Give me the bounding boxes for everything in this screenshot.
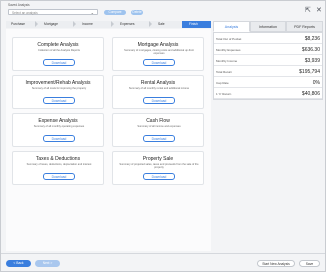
report-card: Improvement/Rehab Analysis Summary of al…: [12, 75, 104, 109]
report-description: Summary of projected sales, taxes and pr…: [119, 163, 199, 169]
report-description: Summary of taxes, deductions, depreciati…: [26, 163, 92, 166]
step-label: Income: [82, 22, 93, 26]
step-label: Expenses: [120, 22, 135, 26]
report-title: Taxes & Deductions: [35, 156, 81, 162]
step-finish[interactable]: Finish: [182, 21, 211, 28]
step-divider: [73, 21, 76, 27]
report-card: Taxes & Deductions Summary of taxes, ded…: [12, 151, 104, 185]
tab-pdf-reports[interactable]: PDF Reports: [286, 21, 323, 32]
metric-label: Monthly Expenses: [216, 47, 241, 52]
metric-row: Total Return $195,794: [214, 66, 322, 77]
download-button[interactable]: Download: [143, 135, 175, 142]
close-icon[interactable]: ✕: [316, 6, 322, 14]
metric-value: $40,806: [301, 90, 320, 97]
compare-button[interactable]: Compare: [104, 9, 126, 15]
download-button[interactable]: Download: [43, 173, 75, 180]
download-button[interactable]: Download: [43, 97, 75, 104]
report-title: Rental Analysis: [140, 80, 176, 86]
report-description: Summary of all costs for improving the p…: [31, 87, 87, 90]
saved-analysis-select[interactable]: Select an analysis ⌄: [8, 9, 98, 15]
metric-label: Monthly Income: [216, 58, 238, 63]
report-description: Summary of all monthly rental and additi…: [128, 87, 190, 90]
summary-panel: Analysis Information PDF Reports Total O…: [213, 21, 323, 251]
report-description: Collection of all the Analysis Reports: [38, 49, 80, 52]
step-label: Mortgage: [44, 22, 58, 26]
metric-row: Cap Rate 0%: [214, 77, 322, 88]
step-divider: [35, 21, 38, 27]
metric-label: Cap Rate: [216, 80, 229, 85]
report-title: Cash Flow: [146, 118, 170, 124]
tab-information[interactable]: Information: [250, 21, 286, 32]
download-button[interactable]: Download: [43, 135, 75, 142]
metrics-list: Total Out of Pocket $8,236 Monthly Expen…: [213, 32, 323, 100]
metric-label: Total Return: [216, 69, 233, 74]
delete-button[interactable]: Delete: [131, 9, 143, 15]
report-description: Summary of all monthly operating expense…: [33, 125, 85, 128]
summary-tabs: Analysis Information PDF Reports: [213, 21, 323, 32]
footer-bar: < Back Next > Start New Analysis Save: [1, 253, 325, 271]
step-divider: [111, 21, 114, 27]
report-card: Complete Analysis Collection of all the …: [12, 37, 104, 71]
step-income[interactable]: Income: [77, 21, 111, 28]
metric-row: Monthly Income $3,939: [214, 55, 322, 66]
save-button[interactable]: Save: [299, 260, 320, 267]
report-title: Complete Analysis: [37, 42, 79, 48]
download-button[interactable]: Download: [143, 59, 175, 66]
step-label: Finish: [189, 22, 198, 26]
step-expenses[interactable]: Expenses: [115, 21, 149, 28]
metric-value: $636.30: [301, 46, 320, 53]
start-new-analysis-button[interactable]: Start New Analysis: [257, 260, 295, 267]
report-description: Summary of mortgages, closing costs and …: [124, 49, 194, 55]
step-divider: [149, 21, 152, 27]
share-icon[interactable]: ⇱: [305, 6, 311, 14]
report-title: Property Sale: [142, 156, 174, 162]
step-label: Sale: [158, 22, 165, 26]
saved-analysis-label: Saved Analysis: [8, 3, 30, 7]
step-navigator: Purchase Mortgage Income Expenses Sale F…: [6, 21, 211, 28]
report-card: Property Sale Summary of projected sales…: [112, 151, 204, 185]
download-button[interactable]: Download: [43, 59, 75, 66]
step-sale[interactable]: Sale: [153, 21, 182, 28]
metric-label: Total Out of Pocket: [216, 36, 242, 41]
metric-row: Total Out of Pocket $8,236: [214, 33, 322, 44]
saved-analysis-placeholder: Select an analysis: [12, 11, 38, 15]
report-title: Improvement/Rehab Analysis: [25, 80, 91, 86]
tab-analysis[interactable]: Analysis: [213, 21, 250, 32]
reports-panel: Complete Analysis Collection of all the …: [6, 29, 211, 251]
report-card: Rental Analysis Summary of all monthly r…: [112, 75, 204, 109]
download-button[interactable]: Download: [143, 97, 175, 104]
download-button[interactable]: Download: [143, 173, 175, 180]
metric-value: $195,794: [299, 68, 320, 75]
report-card: Cash Flow Summary of all income and expe…: [112, 113, 204, 147]
report-description: Summary of all income and expenses: [137, 125, 181, 128]
step-label: Purchase: [11, 22, 25, 26]
step-purchase[interactable]: Purchase: [6, 21, 35, 28]
metric-row: Monthly Expenses $636.30: [214, 44, 322, 55]
header: Saved Analysis Select an analysis ⌄ Comp…: [1, 1, 325, 19]
chevron-down-icon: ⌄: [90, 10, 94, 15]
step-mortgage[interactable]: Mortgage: [39, 21, 73, 28]
metric-value: $8,236: [304, 35, 320, 42]
report-title: Mortgage Analysis: [137, 42, 179, 48]
metric-value: 0%: [312, 79, 320, 86]
next-button[interactable]: Next >: [35, 260, 60, 267]
back-button[interactable]: < Back: [6, 260, 31, 267]
metric-label: 1 Yr Return: [216, 91, 232, 96]
report-card: Mortgage Analysis Summary of mortgages, …: [112, 37, 204, 71]
metric-row: 1 Yr Return $40,806: [214, 88, 322, 99]
report-card: Expense Analysis Summary of all monthly …: [12, 113, 104, 147]
app-window: Saved Analysis Select an analysis ⌄ Comp…: [0, 0, 326, 272]
report-title: Expense Analysis: [38, 118, 78, 124]
metric-value: $3,939: [304, 57, 320, 64]
